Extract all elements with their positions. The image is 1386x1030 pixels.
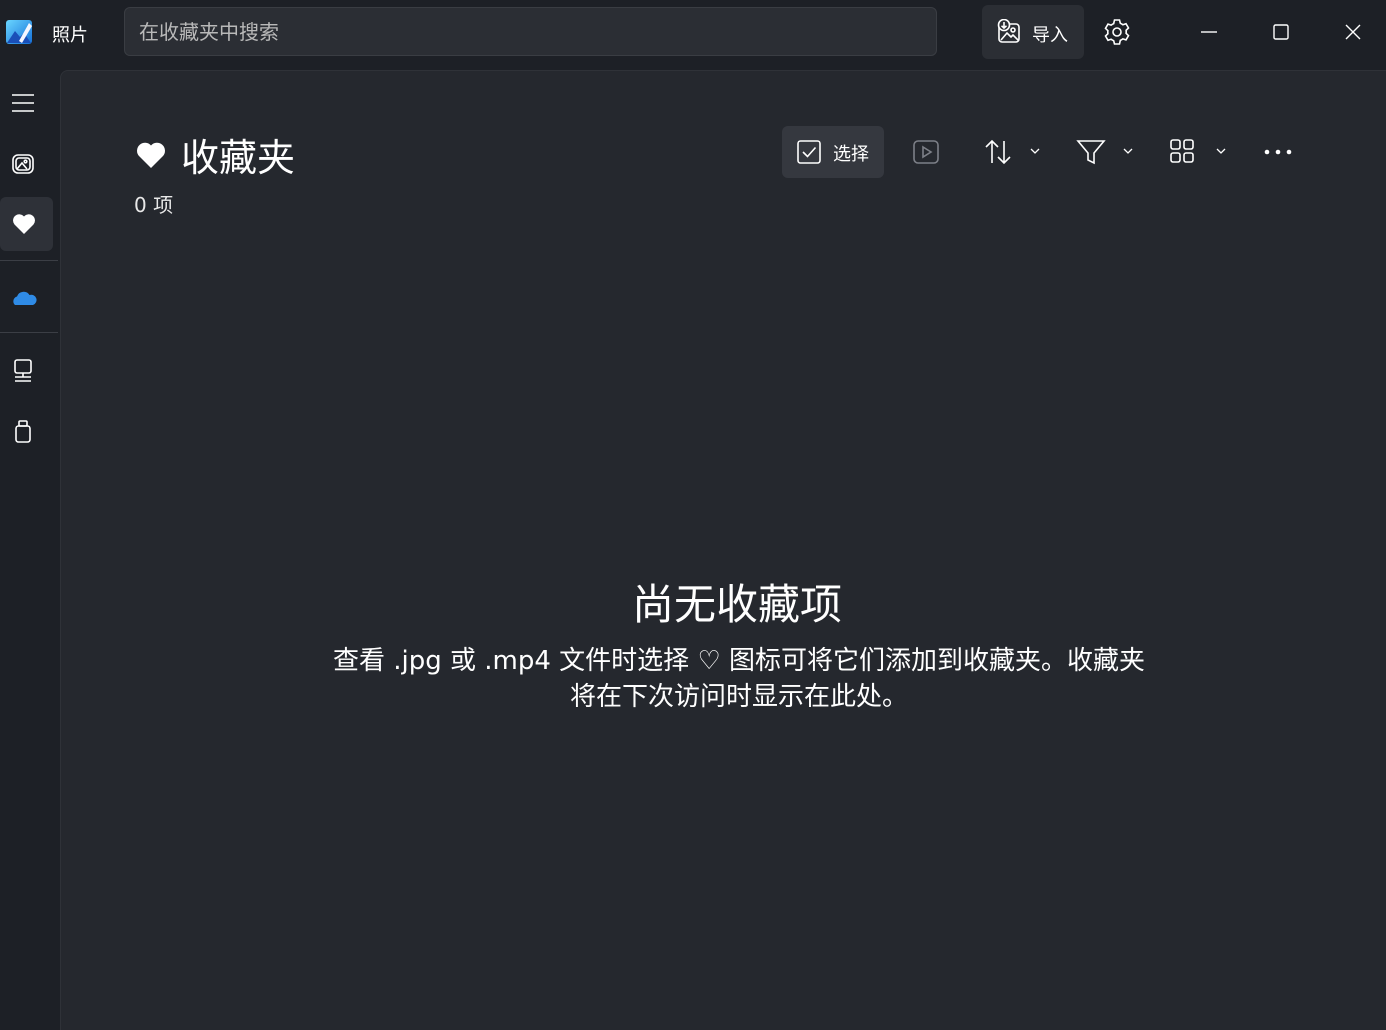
nav-menu-toggle[interactable] [0, 76, 53, 130]
chevron-down-icon [1216, 148, 1226, 154]
nav-item-favorites[interactable] [0, 197, 53, 251]
grid-view-icon [1170, 139, 1194, 163]
page-title: 收藏夹 [181, 136, 296, 180]
view-layout-button[interactable] [1169, 137, 1231, 167]
hamburger-menu-icon [12, 94, 34, 112]
minimize-button[interactable] [1192, 16, 1226, 48]
sort-arrows-icon [985, 139, 999, 163]
settings-gear-icon[interactable] [1100, 15, 1134, 49]
nav-item-this-pc[interactable] [0, 344, 53, 398]
import-button[interactable]: 导入 [982, 5, 1084, 59]
import-label: 导入 [1032, 25, 1068, 46]
item-count: 0 项 [134, 193, 174, 217]
checkbox-select-icon [797, 140, 821, 164]
empty-state-title: 尚无收藏项 [631, 580, 842, 629]
more-options-icon[interactable] [1261, 137, 1295, 167]
sort-button[interactable] [983, 137, 1045, 167]
empty-state-description: 查看 .jpg 或 .mp4 文件时选择 ♡ 图标可将它们添加到收藏夹。收藏夹将… [332, 646, 1146, 712]
maximize-button[interactable] [1264, 16, 1298, 48]
this-pc-icon [14, 359, 32, 382]
close-button[interactable] [1336, 16, 1370, 48]
filter-funnel-icon [1076, 140, 1106, 165]
app-title: 照片 [52, 25, 88, 46]
search-input[interactable] [139, 8, 919, 55]
chevron-down-icon [1123, 148, 1133, 154]
usb-drive-icon [15, 420, 31, 443]
slideshow-play-icon[interactable] [912, 137, 942, 167]
title-bar: 照片 导入 [0, 0, 1386, 64]
select-button[interactable]: 选择 [782, 126, 884, 178]
import-photo-icon [997, 19, 1020, 43]
filter-button[interactable] [1076, 137, 1138, 167]
photo-gallery-icon [12, 154, 34, 174]
nav-divider [0, 260, 58, 261]
search-box[interactable] [124, 7, 937, 56]
main-content-panel: 收藏夹 0 项 选择 尚无收藏项 查看 .jpg 或 .mp4 文件时选择 ♡ … [60, 70, 1386, 1030]
nav-item-removable-drive[interactable] [0, 404, 53, 458]
nav-item-onedrive[interactable] [0, 271, 53, 325]
onedrive-cloud-icon [13, 291, 37, 305]
page-heading: 收藏夹 [135, 127, 295, 182]
navigation-rail [0, 64, 60, 1030]
photos-app-logo-icon [6, 20, 32, 44]
select-label: 选择 [833, 144, 869, 165]
nav-divider [0, 332, 58, 333]
nav-item-gallery[interactable] [0, 137, 53, 191]
chevron-down-icon [1030, 148, 1040, 154]
favorites-heart-icon [137, 142, 165, 168]
heart-icon [13, 214, 35, 234]
